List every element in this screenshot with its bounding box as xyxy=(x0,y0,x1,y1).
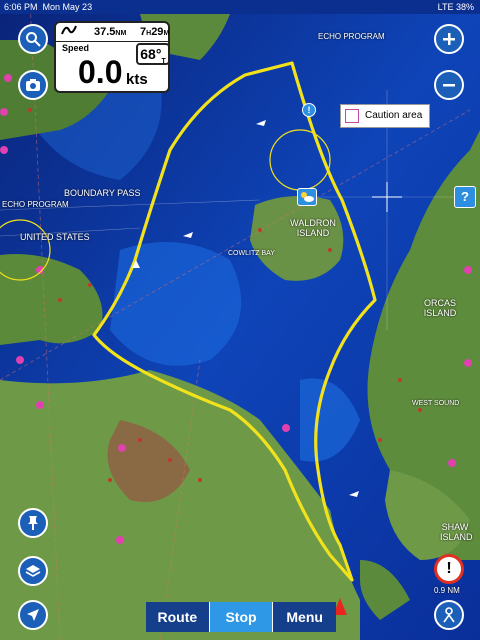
weather-marker[interactable] xyxy=(297,188,317,206)
caution-area-legend[interactable]: Caution area xyxy=(340,104,430,128)
help-icon: ? xyxy=(461,189,469,204)
zoom-out-button[interactable] xyxy=(434,70,464,100)
zoom-in-icon xyxy=(443,33,455,45)
label-shaw-island: SHAW ISLAND xyxy=(440,522,473,542)
menu-button[interactable]: Menu xyxy=(273,602,337,632)
label-orcas-island: ORCAS ISLAND xyxy=(423,298,457,318)
route-button[interactable]: Route xyxy=(146,602,210,632)
person-button[interactable] xyxy=(434,600,464,630)
bottom-action-bar: Route Stop Menu xyxy=(146,602,337,632)
alert-icon: ! xyxy=(446,560,452,577)
help-button[interactable]: ? xyxy=(454,186,476,208)
speed-value: 0.0 xyxy=(78,54,123,90)
scale-indicator: 0.9 NM xyxy=(434,586,460,595)
search-icon xyxy=(26,32,41,47)
label-united-states: UNITED STATES xyxy=(20,232,90,242)
eta-readout: 7H29M xyxy=(140,26,170,38)
zoom-in-button[interactable] xyxy=(434,24,464,54)
person-icon xyxy=(443,607,455,623)
camera-icon xyxy=(26,79,40,91)
distance-readout: 37.5NM xyxy=(94,26,127,38)
zoom-out-icon xyxy=(443,84,455,87)
nautical-chart-map[interactable] xyxy=(0,0,480,640)
caution-swatch xyxy=(345,109,359,123)
layers-icon xyxy=(25,565,41,577)
label-west-sound: WEST SOUND xyxy=(412,400,460,407)
status-time: 6:06 PM Mon May 23 xyxy=(4,2,93,12)
stop-button[interactable]: Stop xyxy=(209,602,274,632)
dashboard-top-row: 37.5NM 7H29M xyxy=(56,23,170,42)
camera-button[interactable] xyxy=(18,70,48,100)
speed-label: Speed xyxy=(62,43,90,53)
label-boundary-pass: BOUNDARY PASS xyxy=(64,188,141,198)
label-waldron-island: WALDRON ISLAND xyxy=(290,218,336,238)
compass-icon: ! xyxy=(307,105,311,115)
search-button[interactable] xyxy=(18,24,48,54)
caution-label: Caution area xyxy=(365,110,423,121)
pin-icon xyxy=(28,516,38,530)
alert-button[interactable]: ! xyxy=(434,554,464,584)
label-echo-program-top: ECHO PROGRAM xyxy=(318,32,385,41)
heading-readout: 68°T xyxy=(136,43,170,65)
status-bar: 6:06 PM Mon May 23 LTE 38% xyxy=(0,0,480,14)
compass-marker[interactable]: ! xyxy=(302,103,316,117)
pin-button[interactable] xyxy=(18,508,48,538)
locate-button[interactable] xyxy=(18,600,48,630)
weather-icon xyxy=(301,192,314,202)
status-right: LTE 38% xyxy=(437,2,474,12)
logo-icon xyxy=(60,23,78,41)
speed-unit: kts xyxy=(126,71,148,88)
label-cowlitz-bay: COWLITZ BAY xyxy=(228,250,275,257)
label-echo-program-left: ECHO PROGRAM xyxy=(2,200,69,209)
layers-button[interactable] xyxy=(18,556,48,586)
locate-arrow-icon xyxy=(27,609,39,621)
